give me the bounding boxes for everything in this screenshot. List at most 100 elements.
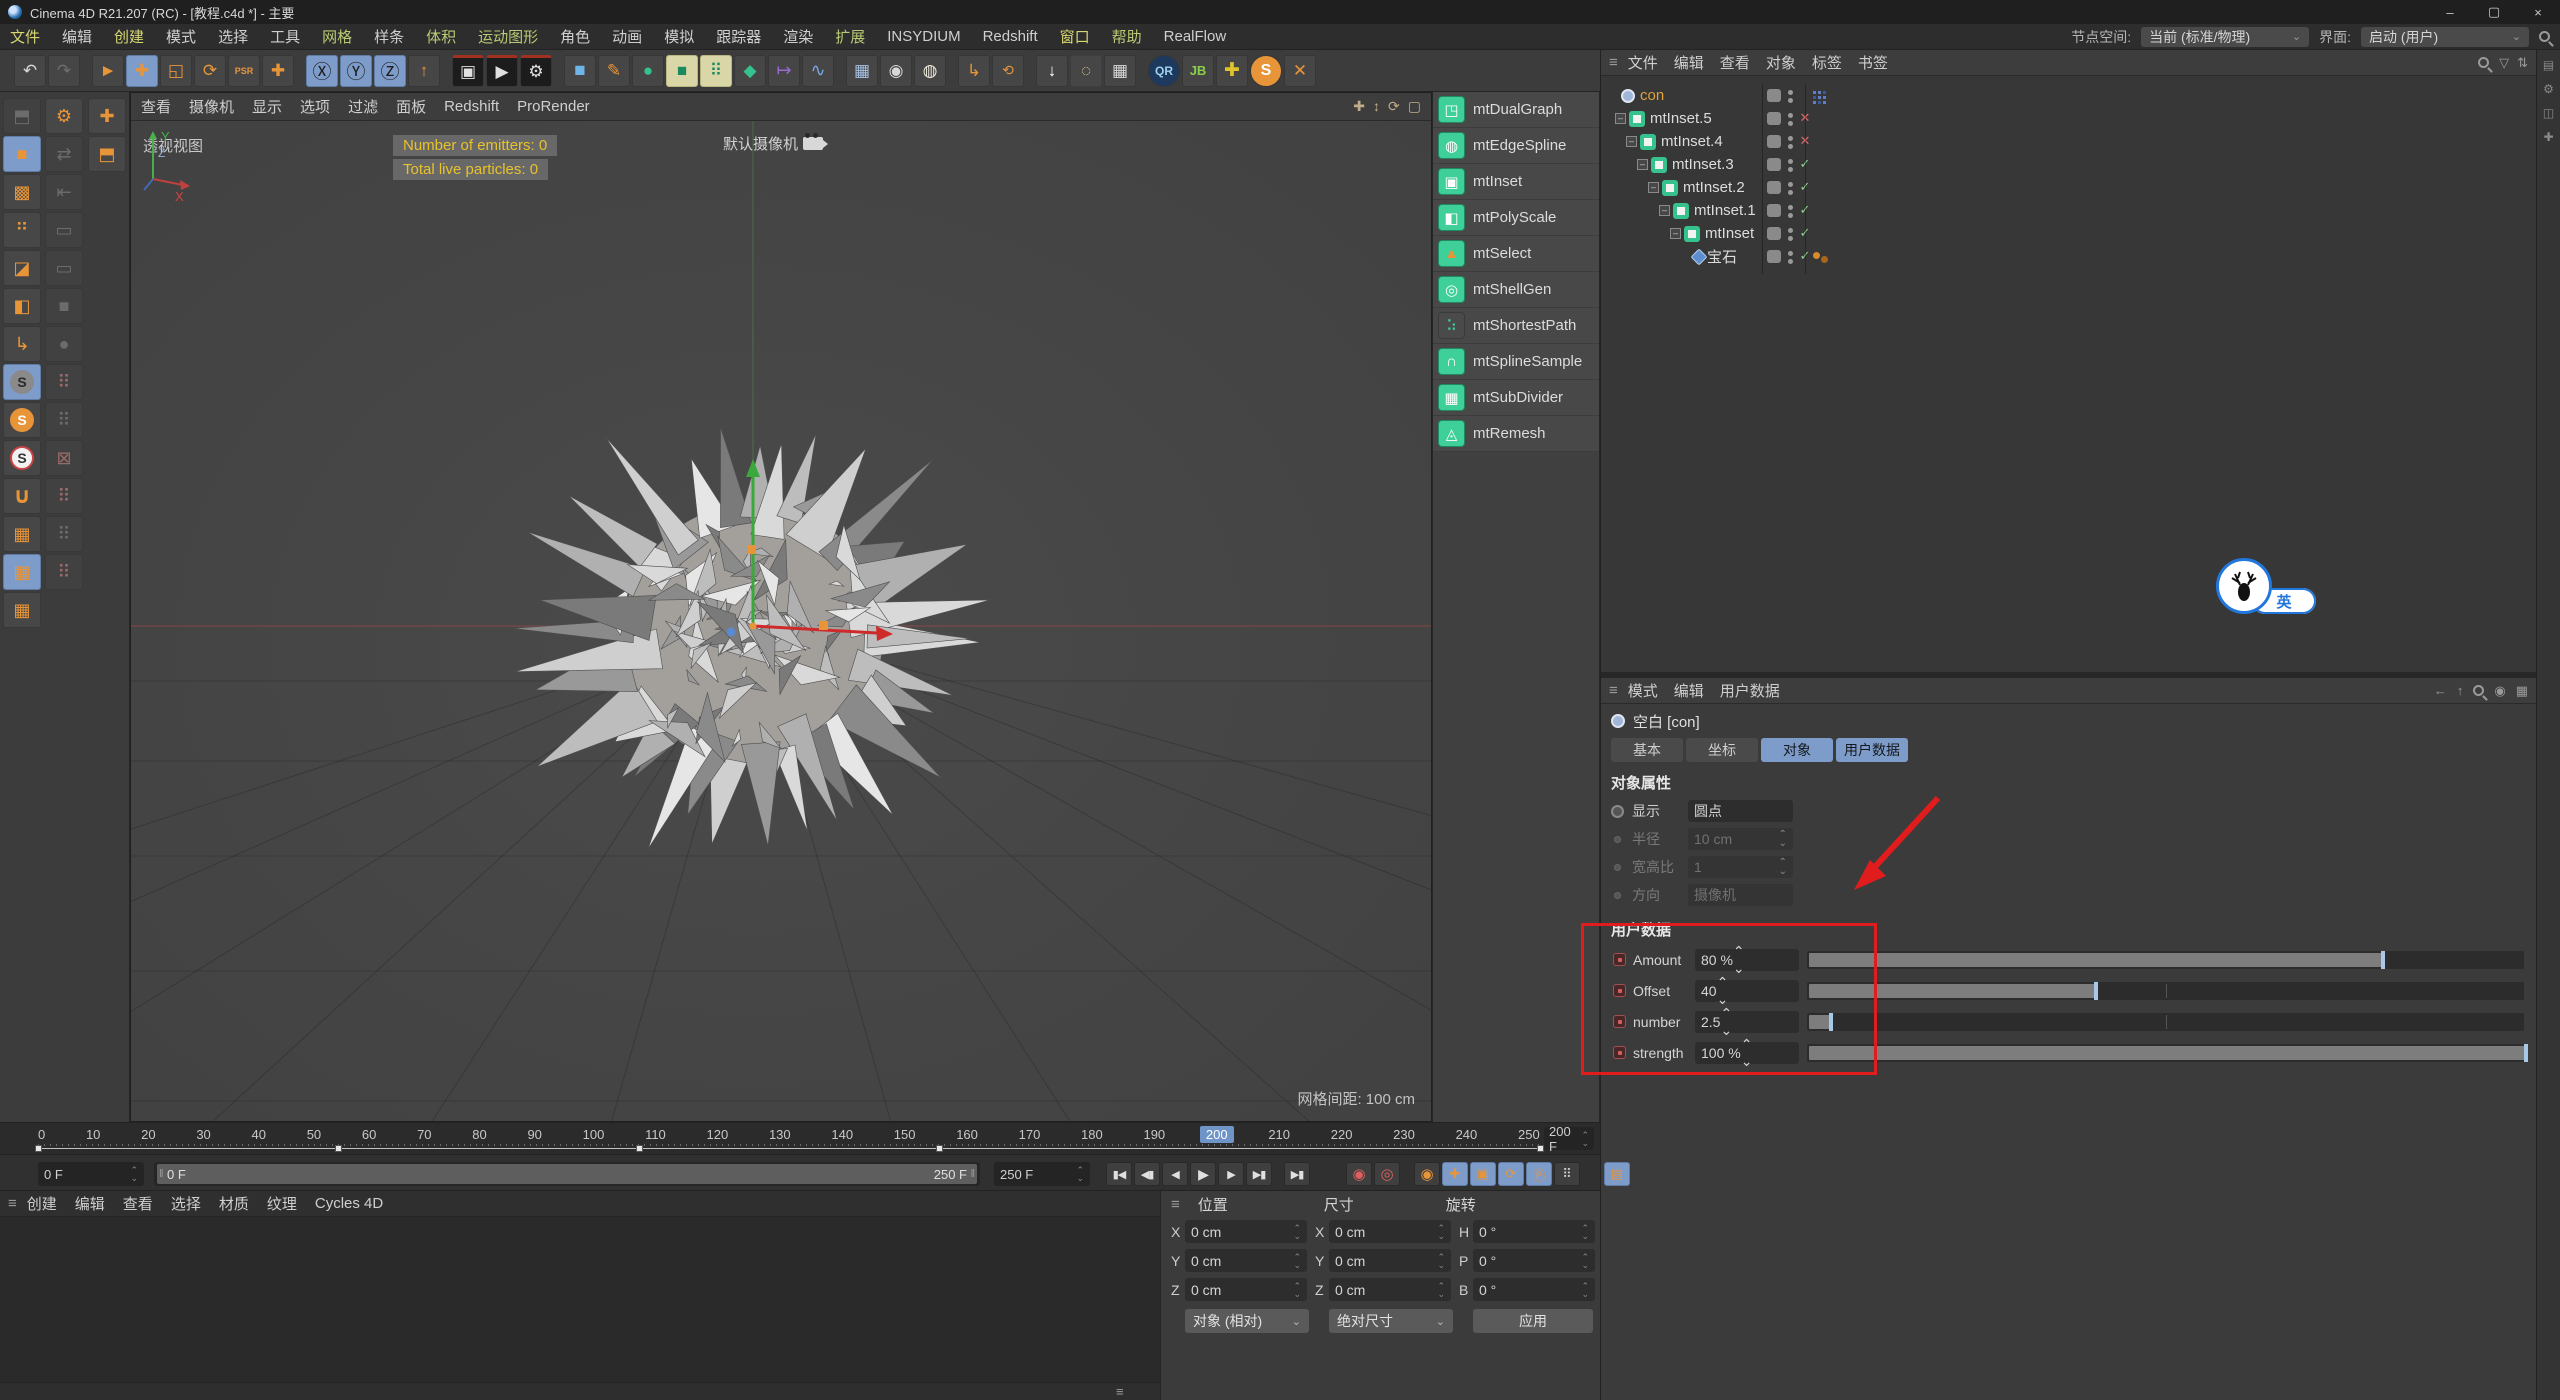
burger-icon[interactable]: ≡ bbox=[1171, 1196, 1180, 1213]
viewport-menu-item[interactable]: 面板 bbox=[396, 96, 426, 117]
menu-item[interactable]: 动画 bbox=[612, 26, 642, 47]
toolbar-button[interactable]: ▶ bbox=[486, 54, 518, 87]
attribute-tab[interactable]: 基本 bbox=[1611, 738, 1683, 762]
object-name[interactable]: mtInset.5 bbox=[1650, 110, 1712, 127]
burger-icon[interactable]: ≡ bbox=[8, 1195, 17, 1212]
stepper-icon[interactable] bbox=[1437, 1282, 1445, 1298]
attribute-tab[interactable]: 坐标 bbox=[1686, 738, 1758, 762]
stepper-icon[interactable] bbox=[1720, 1005, 1732, 1039]
palette-button[interactable]: ⠿ bbox=[45, 516, 83, 552]
mt-command-item[interactable]: ▣ mtInset bbox=[1433, 164, 1599, 200]
panel-tab-icon[interactable]: ◫ bbox=[2543, 106, 2554, 120]
object-manager-tool-icon[interactable]: ▽ bbox=[2499, 55, 2509, 71]
visibility-toggle[interactable] bbox=[1767, 158, 1781, 171]
palette-button[interactable]: ◧ bbox=[3, 288, 41, 324]
apply-button[interactable]: 应用 bbox=[1473, 1309, 1593, 1333]
stepper-icon[interactable] bbox=[1741, 1036, 1753, 1070]
user-data-keyframe-icon[interactable] bbox=[1613, 953, 1626, 966]
search-icon[interactable] bbox=[2478, 57, 2490, 68]
palette-button[interactable]: ⬒ bbox=[88, 136, 126, 172]
palette-button[interactable]: ⇤ bbox=[45, 174, 83, 210]
stepper-icon[interactable] bbox=[1581, 1224, 1589, 1240]
add-tab-icon[interactable]: ✚ bbox=[2543, 130, 2553, 144]
palette-button[interactable]: ▦ bbox=[3, 592, 41, 628]
stepper-icon[interactable] bbox=[1076, 1166, 1084, 1182]
rotation-field[interactable]: 0 ° bbox=[1473, 1249, 1595, 1272]
toolbar-button[interactable]: ✎ bbox=[598, 54, 630, 87]
viewport-menu-item[interactable]: Redshift bbox=[444, 98, 499, 115]
transport-button[interactable]: ▶▮ bbox=[1246, 1162, 1272, 1186]
visibility-toggle[interactable] bbox=[1767, 89, 1781, 102]
palette-button[interactable]: ⠿ bbox=[45, 402, 83, 438]
palette-button[interactable]: ■ bbox=[45, 288, 83, 324]
stepper-icon[interactable] bbox=[1733, 943, 1745, 977]
palette-button[interactable]: ▦ bbox=[3, 516, 41, 552]
menu-item[interactable]: 工具 bbox=[270, 26, 300, 47]
property-field[interactable]: 圆点 bbox=[1688, 800, 1793, 822]
visibility-dots[interactable] bbox=[1788, 251, 1793, 256]
toolbar-button[interactable]: ■ bbox=[666, 54, 698, 87]
stepper-icon[interactable] bbox=[1293, 1282, 1301, 1298]
palette-button[interactable]: ● bbox=[45, 326, 83, 362]
viewport-menu-item[interactable]: ProRender bbox=[517, 98, 590, 115]
visibility-dots[interactable] bbox=[1788, 136, 1793, 141]
material-menu-item[interactable]: 材质 bbox=[219, 1193, 249, 1214]
keyframe-marker[interactable] bbox=[936, 1145, 944, 1152]
object-name[interactable]: mtInset.2 bbox=[1683, 179, 1745, 196]
palette-button[interactable]: ⠿ bbox=[45, 554, 83, 590]
record-toggle-button[interactable]: ▤ bbox=[1604, 1162, 1630, 1186]
material-menu-item[interactable]: 查看 bbox=[123, 1193, 153, 1214]
toolbar-button[interactable]: ◆ bbox=[734, 54, 766, 87]
stepper-icon[interactable] bbox=[1581, 1282, 1589, 1298]
user-data-slider[interactable] bbox=[1807, 1043, 2528, 1062]
transport-button[interactable]: ◀ bbox=[1162, 1162, 1188, 1186]
object-name[interactable]: mtInset bbox=[1705, 225, 1754, 242]
toolbar-button[interactable]: ✚ bbox=[262, 54, 294, 87]
user-data-keyframe-icon[interactable] bbox=[1613, 984, 1626, 997]
menu-item[interactable]: 创建 bbox=[114, 26, 144, 47]
visibility-toggle[interactable] bbox=[1767, 112, 1781, 125]
viewport-menu-item[interactable]: 过滤 bbox=[348, 96, 378, 117]
expand-toggle-icon[interactable] bbox=[1670, 228, 1681, 239]
viewport[interactable]: 查看 摄像机 显示 选项 过滤 面板 Redshift ProRender ✚ ↕ ⟳ ▢ 透视视图… bbox=[130, 92, 1432, 1122]
record-toggle-button[interactable]: ✚ bbox=[1442, 1162, 1468, 1186]
transport-button[interactable]: ▶▮ bbox=[1284, 1162, 1310, 1186]
toolbar-button[interactable]: ↓ bbox=[1036, 54, 1068, 87]
object-manager-menu-item[interactable]: 书签 bbox=[1858, 52, 1888, 73]
keyframe-marker[interactable] bbox=[1537, 1145, 1544, 1152]
mt-command-item[interactable]: ◧ mtPolyScale bbox=[1433, 200, 1599, 236]
toolbar-button[interactable]: ◱ bbox=[160, 54, 192, 87]
palette-button[interactable]: ✚ bbox=[88, 98, 126, 134]
object-name[interactable]: mtInset.4 bbox=[1661, 133, 1723, 150]
animation-dot-icon[interactable] bbox=[1614, 891, 1621, 899]
toolbar-button[interactable]: ✕ bbox=[1284, 54, 1316, 87]
search-icon[interactable] bbox=[2473, 685, 2485, 696]
transport-button[interactable]: ◀▮ bbox=[1134, 1162, 1160, 1186]
toolbar-button[interactable]: ▦ bbox=[846, 54, 878, 87]
toolbar-button[interactable]: ⟳ bbox=[194, 54, 226, 87]
user-data-slider[interactable] bbox=[1807, 950, 2524, 969]
object-manager-menu-item[interactable]: 标签 bbox=[1812, 52, 1842, 73]
menu-item[interactable]: 跟踪器 bbox=[716, 26, 761, 47]
visibility-dots[interactable] bbox=[1788, 90, 1793, 95]
stepper-icon[interactable] bbox=[1293, 1253, 1301, 1269]
object-tag-icon[interactable] bbox=[1813, 252, 1820, 259]
minimize-button[interactable]: – bbox=[2428, 0, 2472, 24]
burger-icon[interactable]: ≡ bbox=[1609, 54, 1618, 71]
stepper-icon[interactable] bbox=[1293, 1224, 1301, 1240]
palette-button[interactable]: ▦ bbox=[3, 554, 41, 590]
palette-button[interactable]: ▭ bbox=[45, 212, 83, 248]
toolbar-button[interactable]: ▣ bbox=[452, 54, 484, 87]
mt-command-item[interactable]: ▲ mtSelect bbox=[1433, 236, 1599, 272]
attribute-tab[interactable]: 对象 bbox=[1761, 738, 1833, 762]
animation-dot-icon[interactable] bbox=[1614, 863, 1621, 871]
palette-button[interactable]: S bbox=[3, 364, 41, 400]
viewport-menu-item[interactable]: 查看 bbox=[141, 96, 171, 117]
transport-button[interactable]: ▶ bbox=[1190, 1162, 1216, 1186]
object-manager-menu-item[interactable]: 查看 bbox=[1720, 52, 1750, 73]
menu-item[interactable]: Redshift bbox=[983, 28, 1038, 45]
viewport-nav-icon[interactable]: ✚ bbox=[1353, 98, 1365, 115]
object-row[interactable]: mtInset.5 bbox=[1601, 107, 2536, 130]
visibility-toggle[interactable] bbox=[1767, 250, 1781, 263]
position-field[interactable]: 0 cm bbox=[1185, 1278, 1307, 1301]
